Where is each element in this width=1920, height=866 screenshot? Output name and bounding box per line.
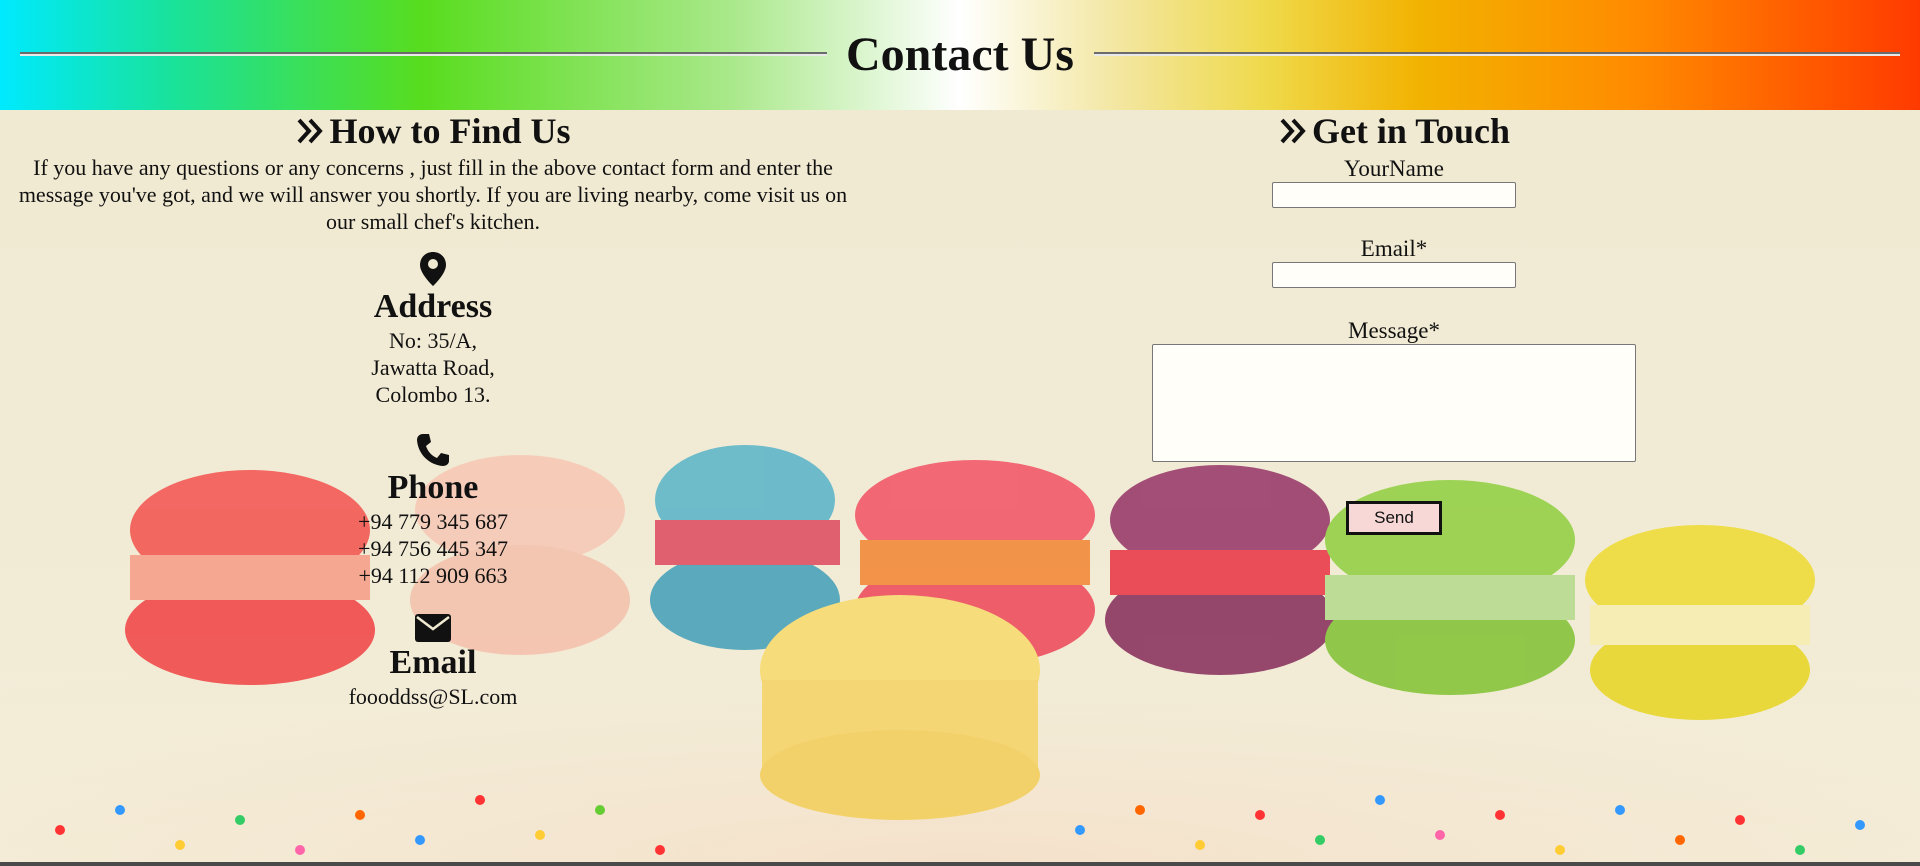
- name-label: YourName: [1344, 156, 1444, 181]
- phone-number-3: +94 112 909 663: [358, 563, 508, 588]
- phone-title: Phone: [387, 469, 479, 506]
- email-label: Email*: [1360, 236, 1428, 261]
- email-input[interactable]: [1272, 262, 1516, 288]
- address-line-1: No: 35/A,: [389, 328, 477, 353]
- address-title: Address: [373, 288, 493, 325]
- email-title: Email: [389, 644, 477, 681]
- phone-number-1: +94 779 345 687: [358, 509, 508, 534]
- message-label: Message*: [1348, 318, 1440, 343]
- email-block: Email foooddss@SL.com: [0, 613, 866, 710]
- page-header: Contact Us: [0, 0, 1920, 110]
- contact-form: YourName Email* Message* Send: [1094, 156, 1694, 535]
- address-block: Address No: 35/A, Jawatta Road, Colombo …: [0, 251, 866, 408]
- address-line-2: Jawatta Road,: [371, 355, 495, 380]
- bottom-border: [0, 862, 1920, 866]
- double-chevron-right-icon: [1280, 118, 1306, 144]
- page-title: Contact Us: [846, 28, 1074, 81]
- how-to-find-us-section: How to Find Us If you have any questions…: [0, 110, 866, 710]
- contact-page: Contact Us How to Find Us If you have an…: [0, 0, 1920, 866]
- get-in-touch-heading: Get in Touch: [1094, 110, 1694, 152]
- phone-number-2: +94 756 445 347: [358, 536, 508, 561]
- address-line-3: Colombo 13.: [375, 382, 491, 407]
- phone-icon: [417, 434, 449, 466]
- message-textarea[interactable]: [1152, 344, 1636, 462]
- send-button[interactable]: Send: [1346, 501, 1442, 535]
- how-to-find-us-heading: How to Find Us: [0, 110, 866, 152]
- name-input[interactable]: [1272, 182, 1516, 208]
- envelope-icon: [415, 614, 451, 642]
- intro-paragraph: If you have any questions or any concern…: [18, 155, 848, 234]
- phone-block: Phone +94 779 345 687 +94 756 445 347 +9…: [0, 432, 866, 589]
- get-in-touch-section: Get in Touch YourName Email* Message* Se…: [1094, 110, 1694, 535]
- double-chevron-right-icon: [298, 118, 324, 144]
- map-pin-icon: [420, 252, 446, 286]
- email-address: foooddss@SL.com: [348, 684, 518, 709]
